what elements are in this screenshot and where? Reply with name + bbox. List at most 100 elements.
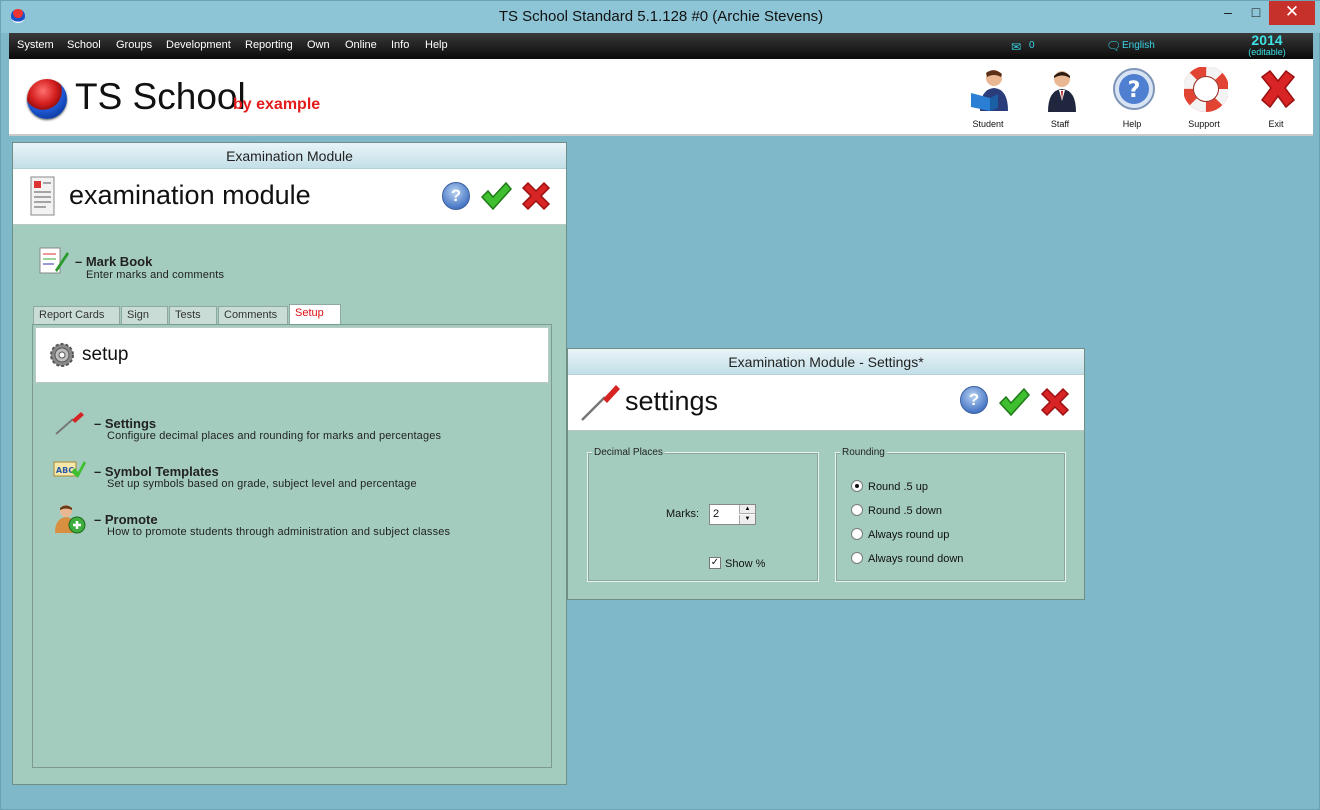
exit-x-icon <box>1260 69 1296 109</box>
marks-value[interactable]: 2 <box>713 508 719 520</box>
support-button[interactable]: Support <box>1172 65 1236 133</box>
student-label: Student <box>972 119 1004 129</box>
show-percent-checkbox[interactable]: ✓ <box>709 557 721 570</box>
decimal-places-group: Decimal Places Marks: 2 ▲ ▼ ✓ Show % <box>587 447 819 582</box>
svg-text:?: ? <box>1128 78 1141 103</box>
examination-module-panel: Examination Module examination module ? <box>12 142 567 785</box>
school-year[interactable]: 2014 <box>1241 33 1293 47</box>
setup-tab-content: setup <box>32 324 552 768</box>
logo-text: TS School <box>75 76 246 117</box>
exam-help-button[interactable]: ? <box>442 182 470 210</box>
help-button[interactable]: ? Help <box>1100 65 1164 133</box>
setup-header: setup <box>35 327 549 383</box>
tab-setup[interactable]: Setup <box>289 304 341 325</box>
exam-panel-header: examination module ? <box>13 169 566 225</box>
mark-book-icon <box>39 247 69 274</box>
radio-unselected[interactable] <box>851 528 863 541</box>
menu-own[interactable]: Own <box>307 39 330 51</box>
show-percent-row[interactable]: ✓ Show % <box>709 557 766 570</box>
exam-ok-check-icon[interactable] <box>480 181 512 211</box>
settings-help-button[interactable]: ? <box>960 386 988 414</box>
app-header: TS School by example Student Staff ? Hel… <box>9 59 1313 136</box>
settings-screwdriver-icon <box>55 412 84 435</box>
language-selector[interactable]: English <box>1122 40 1155 51</box>
mark-book-desc: Enter marks and comments <box>86 269 225 281</box>
round-half-up-label: Round .5 up <box>868 481 928 493</box>
marks-label: Marks: <box>666 508 699 520</box>
tab-tests[interactable]: Tests <box>169 306 217 324</box>
show-percent-label: Show % <box>725 558 766 570</box>
decimal-places-label: Decimal Places <box>592 447 665 458</box>
symbol-templates-title: Symbol Templates <box>104 464 219 479</box>
mail-count: 0 <box>1029 40 1035 51</box>
settings-dialog: Examination Module - Settings* settings … <box>567 348 1085 600</box>
settings-title: Settings <box>104 416 157 431</box>
round-half-down-option[interactable]: Round .5 down <box>851 504 942 517</box>
menu-info[interactable]: Info <box>391 39 409 51</box>
tab-report-cards[interactable]: Report Cards <box>33 306 120 324</box>
menu-groups[interactable]: Groups <box>116 39 152 51</box>
title-bar[interactable]: TS School Standard 5.1.128 #0 (Archie St… <box>1 1 1320 33</box>
exam-panel-titlebar[interactable]: Examination Module <box>13 143 566 169</box>
staff-button[interactable]: Staff <box>1028 65 1092 133</box>
round-half-up-option[interactable]: Round .5 up <box>851 480 928 493</box>
svg-text:ABC: ABC <box>56 466 74 475</box>
marks-down-arrow-icon[interactable]: ▼ <box>739 515 755 524</box>
maximize-button[interactable]: □ <box>1242 1 1270 25</box>
settings-ok-check-icon[interactable] <box>998 387 1030 417</box>
window-title: TS School Standard 5.1.128 #0 (Archie St… <box>498 8 824 25</box>
marks-stepper[interactable]: 2 ▲ ▼ <box>709 504 756 525</box>
promote-desc: How to promote students through administ… <box>107 526 451 538</box>
mail-icon[interactable]: ✉ <box>1011 40 1021 54</box>
radio-unselected[interactable] <box>851 504 863 517</box>
always-round-up-label: Always round up <box>868 529 950 541</box>
student-icon <box>971 70 1008 111</box>
app-window: TS School Standard 5.1.128 #0 (Archie St… <box>0 0 1320 810</box>
menu-help[interactable]: Help <box>425 39 448 51</box>
symbol-templates-desc: Set up symbols based on grade, subject l… <box>107 478 417 490</box>
always-round-down-option[interactable]: Always round down <box>851 552 963 565</box>
settings-dialog-titlebar[interactable]: Examination Module - Settings* <box>568 349 1084 375</box>
menu-system[interactable]: System <box>17 39 54 51</box>
school-year-note: (editable) <box>1248 47 1286 57</box>
setup-gear-icon <box>50 343 74 367</box>
close-window-button[interactable]: ✕ <box>1269 1 1315 25</box>
round-half-down-label: Round .5 down <box>868 505 942 517</box>
help-question-icon: ? <box>1113 68 1155 110</box>
always-round-up-option[interactable]: Always round up <box>851 528 950 541</box>
menu-reporting[interactable]: Reporting <box>245 39 293 51</box>
rounding-label: Rounding <box>840 447 887 458</box>
lifebuoy-icon <box>1184 67 1228 112</box>
student-button[interactable]: Student <box>956 65 1020 133</box>
ts-school-logo-icon <box>27 79 67 119</box>
setup-heading: setup <box>82 344 129 365</box>
mark-book-title: Mark Book <box>85 254 153 269</box>
marks-up-arrow-icon[interactable]: ▲ <box>739 505 755 514</box>
exam-cancel-x-icon[interactable] <box>521 181 551 211</box>
settings-screwdriver-large-icon <box>581 385 620 421</box>
exam-module-heading: examination module <box>69 180 311 210</box>
menu-online[interactable]: Online <box>345 39 377 51</box>
help-label: Help <box>1122 119 1142 129</box>
settings-cancel-x-icon[interactable] <box>1040 387 1070 417</box>
exit-button[interactable]: Exit <box>1244 65 1308 133</box>
exam-document-icon <box>30 176 55 216</box>
staff-label: Staff <box>1050 119 1070 129</box>
logo-subtitle: by example <box>233 96 321 113</box>
menu-development[interactable]: Development <box>166 39 231 51</box>
exit-label: Exit <box>1268 119 1284 129</box>
tab-sign[interactable]: Sign <box>121 306 168 324</box>
menu-school[interactable]: School <box>67 39 101 51</box>
menu-bar: System School Groups Development Reporti… <box>9 33 1313 59</box>
radio-unselected[interactable] <box>851 552 863 565</box>
rounding-group: Rounding Round .5 up Round .5 down Alway… <box>835 447 1066 582</box>
speech-bubble-icon[interactable]: 🗨 <box>1106 39 1121 53</box>
promote-title: Promote <box>104 512 158 527</box>
promote-user-icon <box>55 505 86 534</box>
tab-comments[interactable]: Comments <box>218 306 288 324</box>
minimize-button[interactable]: – <box>1214 1 1242 25</box>
settings-heading: settings <box>625 386 719 416</box>
support-label: Support <box>1188 119 1220 129</box>
staff-icon <box>1048 71 1076 112</box>
radio-selected[interactable] <box>851 480 863 493</box>
